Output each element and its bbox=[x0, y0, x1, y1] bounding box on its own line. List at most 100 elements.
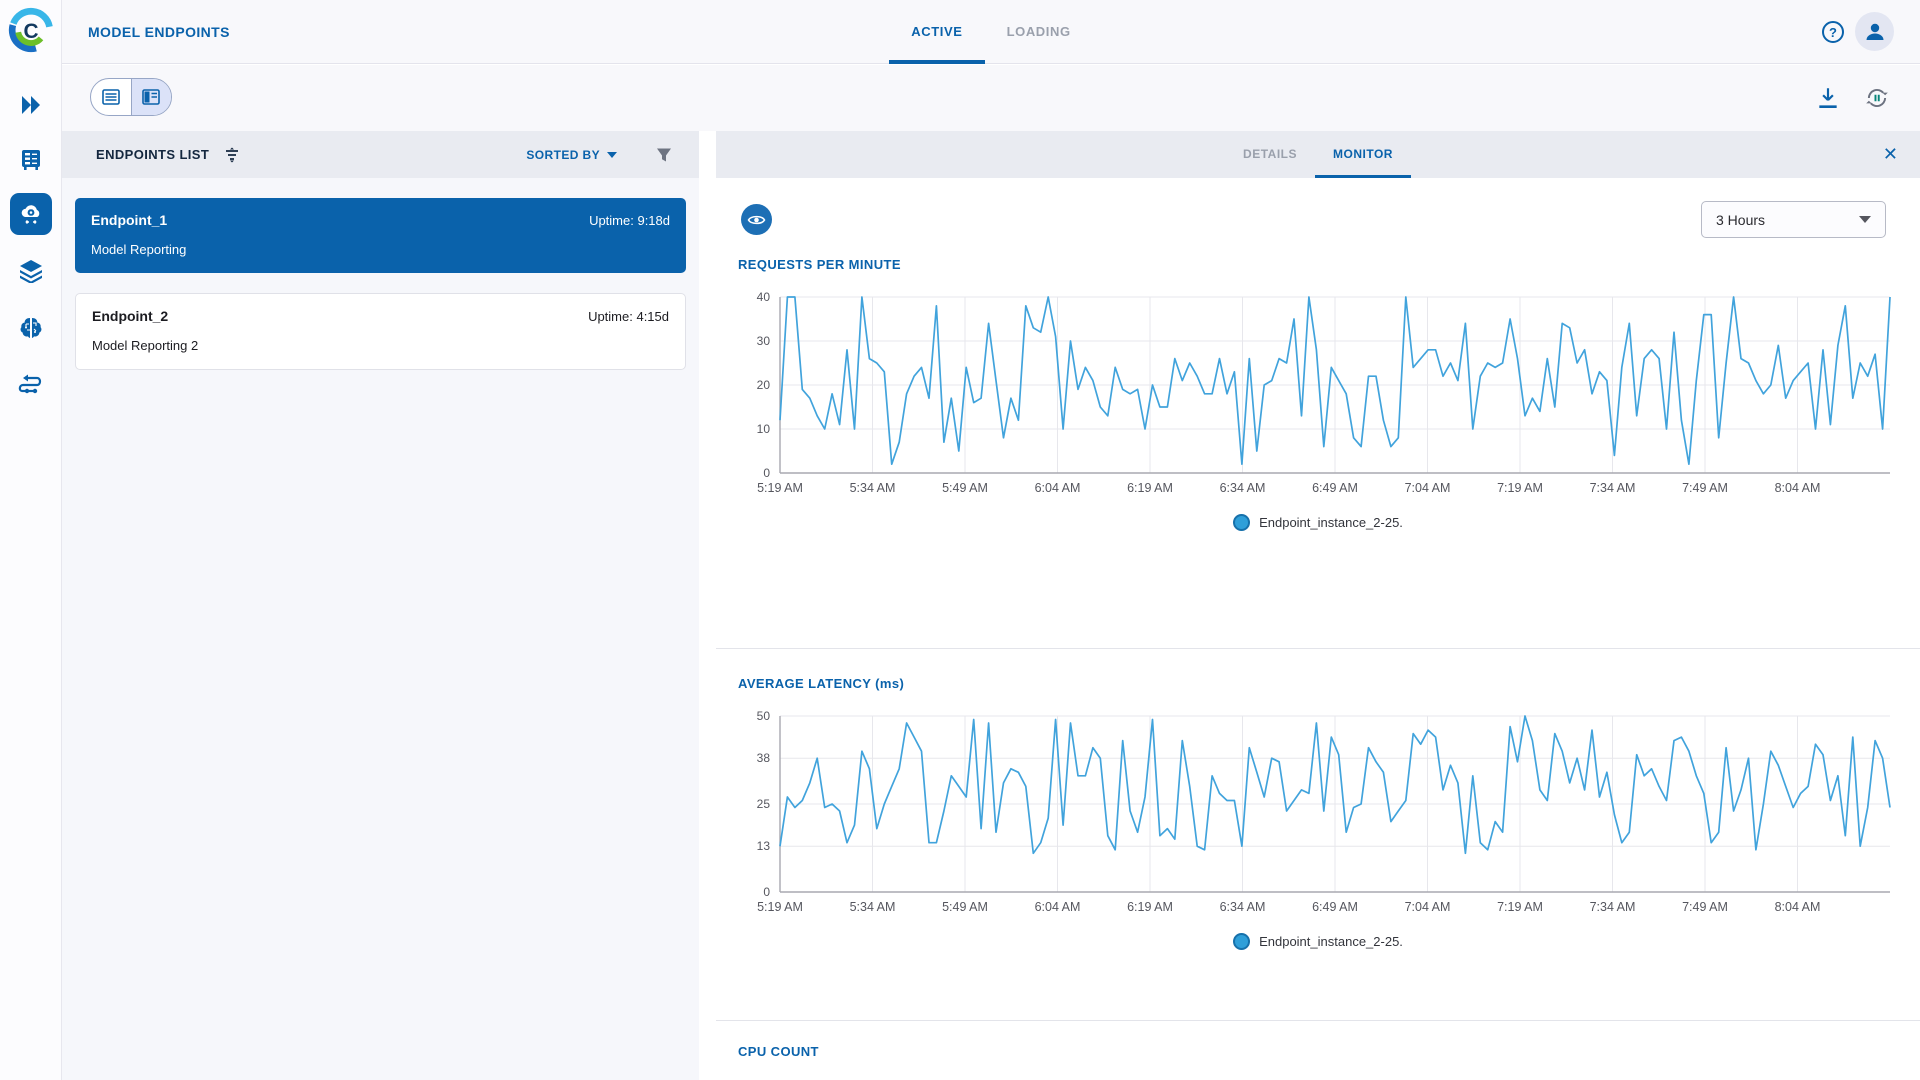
svg-text:30: 30 bbox=[757, 334, 771, 348]
svg-text:8:04 AM: 8:04 AM bbox=[1775, 900, 1821, 914]
split-view-icon bbox=[142, 89, 161, 105]
endpoint-uptime: Uptime: 9:18d bbox=[589, 213, 670, 228]
svg-text:20: 20 bbox=[757, 378, 771, 392]
svg-text:6:04 AM: 6:04 AM bbox=[1035, 481, 1081, 495]
endpoint-state-tabs: ACTIVE LOADING bbox=[62, 0, 1920, 64]
svg-text:7:19 AM: 7:19 AM bbox=[1497, 900, 1543, 914]
endpoint-description: Model Reporting bbox=[91, 242, 187, 257]
table-view-button[interactable] bbox=[91, 79, 131, 115]
endpoints-list-header: ENDPOINTS LIST SORTED BY bbox=[62, 131, 699, 178]
endpoint-name: Endpoint_2 bbox=[92, 308, 169, 324]
filter-icon[interactable] bbox=[655, 146, 673, 164]
split-view-button[interactable] bbox=[130, 79, 171, 115]
svg-text:5:19 AM: 5:19 AM bbox=[757, 481, 803, 495]
requests-chart[interactable]: 5:19 AM 5:34 AM 5:49 AM 6:04 AM 6:19 AM 6:34 … bbox=[738, 287, 1920, 506]
time-range-value: 3 Hours bbox=[1716, 211, 1766, 228]
chart-legend[interactable]: Endpoint_instance_2-25. bbox=[738, 514, 1898, 531]
svg-text:38: 38 bbox=[757, 751, 771, 765]
endpoints-list-title: ENDPOINTS LIST bbox=[96, 147, 210, 162]
svg-text:5:19 AM: 5:19 AM bbox=[757, 900, 803, 914]
cpu-count-section: CPU COUNT 1 bbox=[716, 1044, 1920, 1080]
user-avatar[interactable] bbox=[1855, 12, 1894, 51]
svg-text:C: C bbox=[23, 20, 38, 43]
svg-text:10: 10 bbox=[757, 422, 771, 436]
expand-rail-icon[interactable] bbox=[0, 94, 62, 116]
legend-label: Endpoint_instance_2-25. bbox=[1259, 934, 1403, 949]
chart-title: REQUESTS PER MINUTE bbox=[738, 257, 901, 272]
model-endpoints-page: C MODEL ENDPOINTS ACTIVE LOADING ? ENDPO… bbox=[0, 0, 1920, 1080]
tab-active[interactable]: ACTIVE bbox=[889, 0, 985, 64]
svg-text:6:34 AM: 6:34 AM bbox=[1220, 900, 1266, 914]
svg-text:5:49 AM: 5:49 AM bbox=[942, 900, 988, 914]
svg-text:5:34 AM: 5:34 AM bbox=[850, 481, 896, 495]
monitor-panel: DETAILS MONITOR ✕ 3 Hours REQUESTS PER M… bbox=[716, 131, 1920, 1080]
svg-text:8:04 AM: 8:04 AM bbox=[1775, 481, 1821, 495]
svg-text:7:49 AM: 7:49 AM bbox=[1682, 481, 1728, 495]
chevron-down-icon bbox=[1859, 216, 1871, 223]
chart-legend[interactable]: Endpoint_instance_2-25. bbox=[738, 933, 1898, 950]
latency-chart[interactable]: 5:19 AM 5:34 AM 5:49 AM 6:04 AM 6:19 AM 6:34 … bbox=[738, 706, 1920, 925]
svg-text:0: 0 bbox=[763, 885, 770, 899]
svg-text:6:04 AM: 6:04 AM bbox=[1035, 900, 1081, 914]
svg-text:50: 50 bbox=[757, 709, 771, 723]
svg-text:6:19 AM: 6:19 AM bbox=[1127, 481, 1173, 495]
sorted-by-label: SORTED BY bbox=[526, 147, 600, 162]
svg-text:7:04 AM: 7:04 AM bbox=[1405, 481, 1451, 495]
help-icon[interactable]: ? bbox=[1822, 21, 1844, 43]
svg-text:13: 13 bbox=[757, 839, 771, 853]
data-services-icon[interactable] bbox=[0, 148, 62, 172]
endpoints-list-panel: ENDPOINTS LIST SORTED BY Endpoint_1 Upti… bbox=[62, 131, 699, 1080]
eye-icon bbox=[747, 215, 766, 224]
svg-text:6:19 AM: 6:19 AM bbox=[1127, 900, 1173, 914]
auto-refresh-pause-icon[interactable] bbox=[1864, 85, 1890, 111]
monitor-tabs: DETAILS MONITOR bbox=[716, 131, 1920, 178]
ai-brain-icon[interactable] bbox=[0, 316, 62, 340]
section-divider bbox=[716, 1020, 1920, 1021]
legend-label: Endpoint_instance_2-25. bbox=[1259, 515, 1403, 530]
svg-text:40: 40 bbox=[757, 290, 771, 304]
svg-text:6:49 AM: 6:49 AM bbox=[1312, 481, 1358, 495]
sorted-by-dropdown[interactable]: SORTED BY bbox=[526, 148, 617, 162]
svg-text:25: 25 bbox=[757, 797, 771, 811]
endpoint-card-2[interactable]: Endpoint_2 Uptime: 4:15d Model Reporting… bbox=[75, 293, 686, 370]
close-icon[interactable]: ✕ bbox=[1883, 143, 1898, 165]
tab-loading[interactable]: LOADING bbox=[985, 0, 1093, 64]
person-icon bbox=[1866, 23, 1883, 40]
svg-text:6:49 AM: 6:49 AM bbox=[1312, 900, 1358, 914]
top-header-bar: MODEL ENDPOINTS ACTIVE LOADING ? bbox=[62, 0, 1920, 64]
time-range-select[interactable]: 3 Hours bbox=[1701, 201, 1886, 238]
svg-text:7:34 AM: 7:34 AM bbox=[1590, 481, 1636, 495]
requests-per-minute-section: REQUESTS PER MINUTE 5:19 AM 5:34 AM 5:49 A… bbox=[716, 257, 1920, 531]
endpoint-card-1[interactable]: Endpoint_1 Uptime: 9:18d Model Reporting bbox=[75, 198, 686, 273]
chevron-down-icon bbox=[607, 151, 617, 158]
chart-title: CPU COUNT bbox=[738, 1044, 819, 1059]
svg-text:5:34 AM: 5:34 AM bbox=[850, 900, 896, 914]
left-nav-rail: C bbox=[0, 0, 62, 1080]
svg-text:7:49 AM: 7:49 AM bbox=[1682, 900, 1728, 914]
svg-text:6:34 AM: 6:34 AM bbox=[1220, 481, 1266, 495]
average-latency-section: AVERAGE LATENCY (ms) 5:19 AM 5:34 AM 5:49 … bbox=[716, 676, 1920, 950]
cpu-chart[interactable]: 1 bbox=[738, 1075, 1920, 1080]
chart-title: AVERAGE LATENCY (ms) bbox=[738, 676, 905, 691]
download-icon[interactable] bbox=[1815, 85, 1841, 111]
endpoint-uptime: Uptime: 4:15d bbox=[588, 309, 669, 324]
monitor-panel-header: DETAILS MONITOR ✕ bbox=[716, 131, 1920, 178]
endpoint-name: Endpoint_1 bbox=[91, 212, 168, 228]
tab-details[interactable]: DETAILS bbox=[1225, 131, 1315, 178]
svg-text:7:04 AM: 7:04 AM bbox=[1405, 900, 1451, 914]
layers-icon[interactable] bbox=[0, 259, 62, 283]
cloudera-logo-icon[interactable]: C bbox=[7, 6, 55, 54]
tab-monitor[interactable]: MONITOR bbox=[1315, 131, 1411, 178]
pipeline-icon[interactable] bbox=[0, 372, 62, 396]
svg-text:7:34 AM: 7:34 AM bbox=[1590, 900, 1636, 914]
sort-icon[interactable] bbox=[223, 146, 241, 164]
cloud-gear-icon bbox=[21, 205, 40, 225]
visibility-toggle-button[interactable] bbox=[741, 204, 772, 235]
toolbar-row bbox=[62, 65, 1920, 131]
table-view-icon bbox=[102, 89, 120, 105]
endpoint-description: Model Reporting 2 bbox=[92, 338, 199, 353]
svg-text:5:49 AM: 5:49 AM bbox=[942, 481, 988, 495]
view-mode-toggle bbox=[90, 78, 172, 116]
model-endpoints-nav-selected[interactable] bbox=[10, 193, 52, 235]
svg-text:7:19 AM: 7:19 AM bbox=[1497, 481, 1543, 495]
